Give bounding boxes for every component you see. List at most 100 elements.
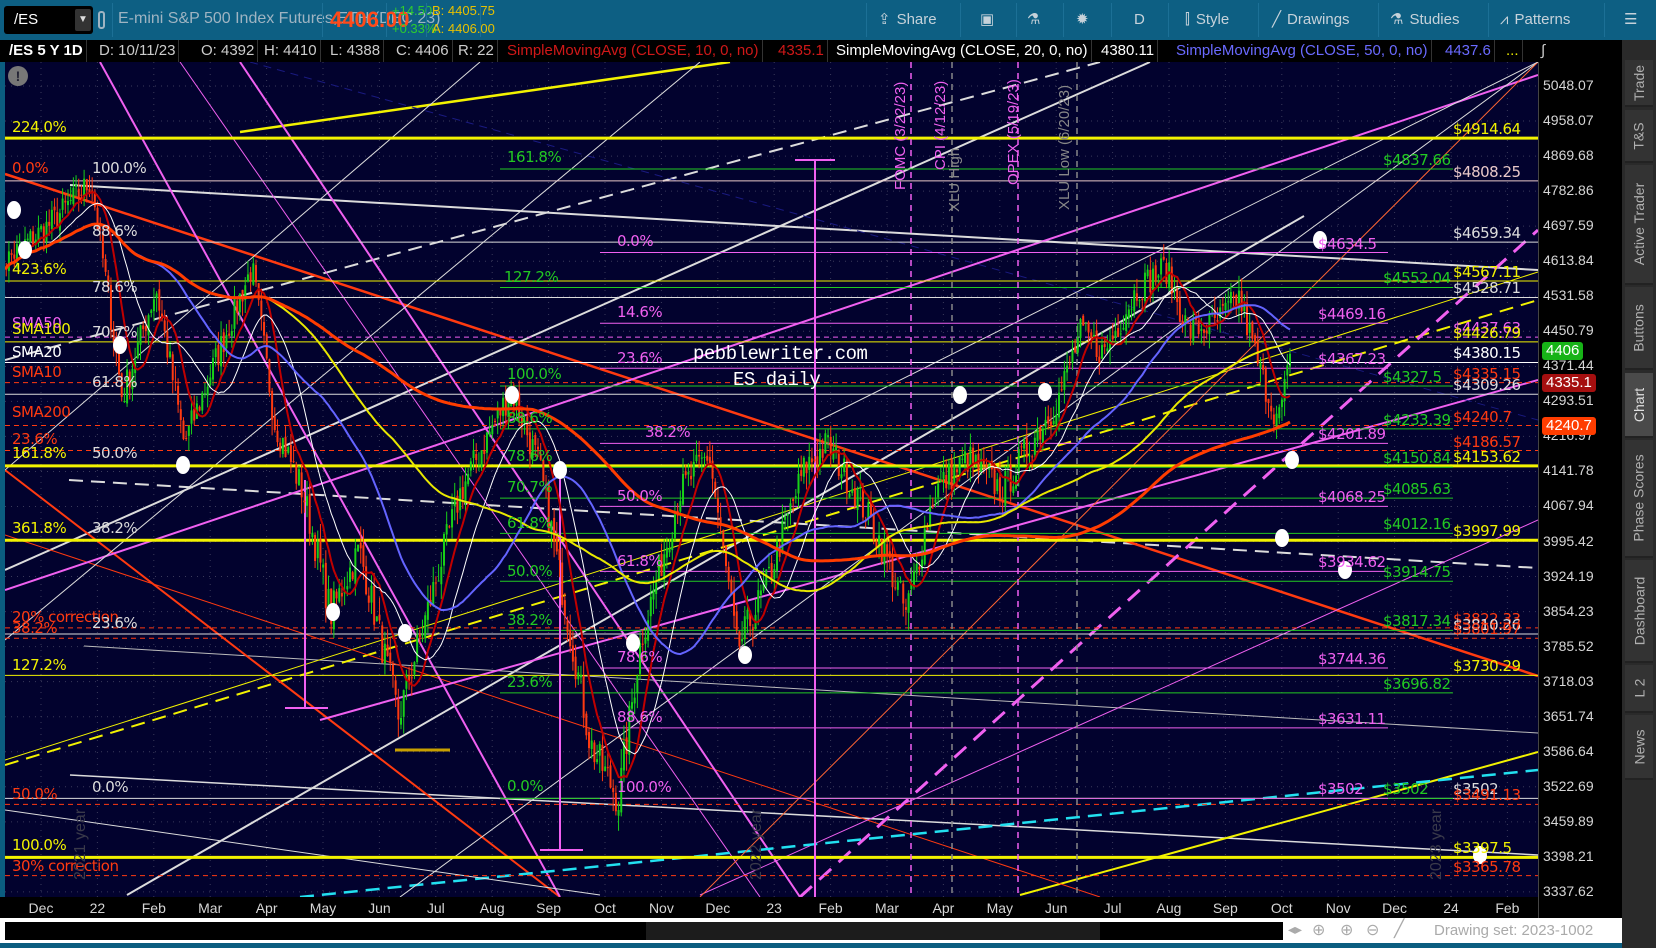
candle-body <box>480 450 483 468</box>
candle-body <box>357 544 360 552</box>
candle-body <box>158 289 161 311</box>
signal-marker[interactable] <box>18 241 32 259</box>
trendline[interactable] <box>99 62 561 897</box>
fib-label: 0.0% <box>12 159 49 177</box>
candle-body <box>1272 414 1275 425</box>
price-tick-label: 4869.68 <box>1543 147 1594 164</box>
candle-body <box>1203 329 1206 333</box>
candle-body <box>953 465 956 485</box>
sidebar-tab-phase-scores[interactable]: Phase Scores <box>1625 440 1653 558</box>
candle-body <box>1023 439 1026 449</box>
trendline[interactable] <box>5 172 1538 678</box>
signal-marker[interactable] <box>1275 529 1289 547</box>
alert-icon[interactable]: ! <box>8 66 28 86</box>
candle-body <box>961 458 964 460</box>
zoom-out-icon[interactable]: ⊖ <box>1366 920 1379 940</box>
price-level-label: $3744.36 <box>1318 649 1386 668</box>
sma-10-line[interactable] <box>0 191 1291 779</box>
sidebar-tab-l-2[interactable]: L 2 <box>1625 665 1653 713</box>
trendline[interactable] <box>819 62 1538 421</box>
candle-body <box>1135 293 1138 301</box>
candle-body <box>1117 327 1120 337</box>
trendline[interactable] <box>126 215 1305 896</box>
candle-body <box>246 274 249 282</box>
candle-body <box>1025 437 1028 458</box>
sidebar-tab-active-trader[interactable]: Active Trader <box>1625 165 1653 285</box>
drawing-tool-icon[interactable]: ╱ <box>1394 919 1404 939</box>
candle-body <box>185 437 188 439</box>
candle-body <box>66 200 69 206</box>
trendline[interactable] <box>5 809 601 896</box>
fib-label: 70.7% <box>92 323 138 341</box>
trendline[interactable] <box>5 62 701 641</box>
sidebar-tab-dashboard[interactable]: Dashboard <box>1625 560 1653 663</box>
signal-marker[interactable] <box>7 201 21 219</box>
year-watermark: 2022 year <box>748 808 765 880</box>
time-tick-label: Feb <box>141 900 166 916</box>
candle-body <box>808 456 811 470</box>
trendline[interactable] <box>69 184 1538 271</box>
candle-body <box>1068 363 1071 365</box>
fib-label: 30% correction <box>12 857 119 875</box>
price-axis[interactable]: 5048.07 4958.07 4869.68 4782.86 4697.59 4613.… <box>1538 62 1622 918</box>
sidebar-tab-buttons[interactable]: Buttons <box>1625 287 1653 370</box>
sidebar-tab-trade[interactable]: Trade <box>1625 60 1653 107</box>
time-tick-label: Aug <box>1156 900 1182 916</box>
sidebar-tab-news[interactable]: News <box>1625 715 1653 780</box>
candle-body <box>1138 300 1141 302</box>
sidebar-tab-label: T&S <box>1630 121 1647 150</box>
fib-label: 70.7% <box>507 478 553 496</box>
price-level-label: $4085.63 <box>1383 480 1451 499</box>
candle-body <box>72 187 75 204</box>
candle-body <box>698 454 701 457</box>
candle-body <box>773 569 776 579</box>
candle-body <box>947 463 950 485</box>
candle-body <box>1216 320 1219 322</box>
signal-marker[interactable] <box>953 386 967 404</box>
candle-body <box>1125 314 1128 332</box>
candle-body <box>249 272 252 282</box>
candle-body <box>1001 501 1004 503</box>
signal-marker[interactable] <box>1285 451 1299 469</box>
signal-marker[interactable] <box>738 646 752 664</box>
candle-body <box>483 450 486 455</box>
candle-body <box>378 614 381 621</box>
price-tick-label: 4141.78 <box>1543 462 1594 479</box>
candle-body <box>1044 419 1047 427</box>
sidebar-tab-t-s[interactable]: T&S <box>1625 110 1653 163</box>
candle-body <box>585 713 588 736</box>
zoom-in-icon[interactable]: ⊕ <box>1340 920 1353 940</box>
candle-body <box>1111 335 1114 340</box>
time-tick-label: Oct <box>1270 900 1293 916</box>
candle-body <box>268 359 271 393</box>
candle-body <box>1074 346 1077 353</box>
candle-body <box>996 479 999 492</box>
candle-body <box>75 185 78 187</box>
fib-label: 0.0% <box>617 232 654 250</box>
pan-icon[interactable]: ◂▸ <box>1288 921 1302 938</box>
drawing-set-selector[interactable]: Drawing set: 2023-1002 <box>1434 922 1593 939</box>
sma-200-line[interactable] <box>0 222 1291 563</box>
candle-body <box>322 564 325 568</box>
signal-marker[interactable] <box>398 624 412 642</box>
candle-body <box>1197 320 1200 334</box>
sidebar-tab-chart[interactable]: Chart <box>1625 373 1653 438</box>
signal-marker[interactable] <box>505 386 519 404</box>
candle-body <box>727 566 730 582</box>
candle-body <box>929 506 932 528</box>
time-axis[interactable]: Dec 22 Feb Mar Apr May Jun Jul Aug Sep Oct Nov Dec 23… <box>0 897 1538 919</box>
trendline[interactable] <box>179 62 761 897</box>
trendline[interactable] <box>5 62 481 471</box>
signal-marker[interactable] <box>553 461 567 479</box>
signal-marker[interactable] <box>326 603 340 621</box>
scrollbar-thumb[interactable] <box>646 922 1100 940</box>
crosshair-icon[interactable]: ⊕ <box>1312 920 1325 940</box>
signal-marker[interactable] <box>1038 383 1052 401</box>
candle-body <box>813 459 816 461</box>
candle-body <box>590 740 593 749</box>
candle-body <box>915 563 918 574</box>
trendline[interactable] <box>5 534 1101 897</box>
candle-body <box>1031 456 1034 458</box>
signal-marker[interactable] <box>176 456 190 474</box>
candle-body <box>596 759 599 763</box>
